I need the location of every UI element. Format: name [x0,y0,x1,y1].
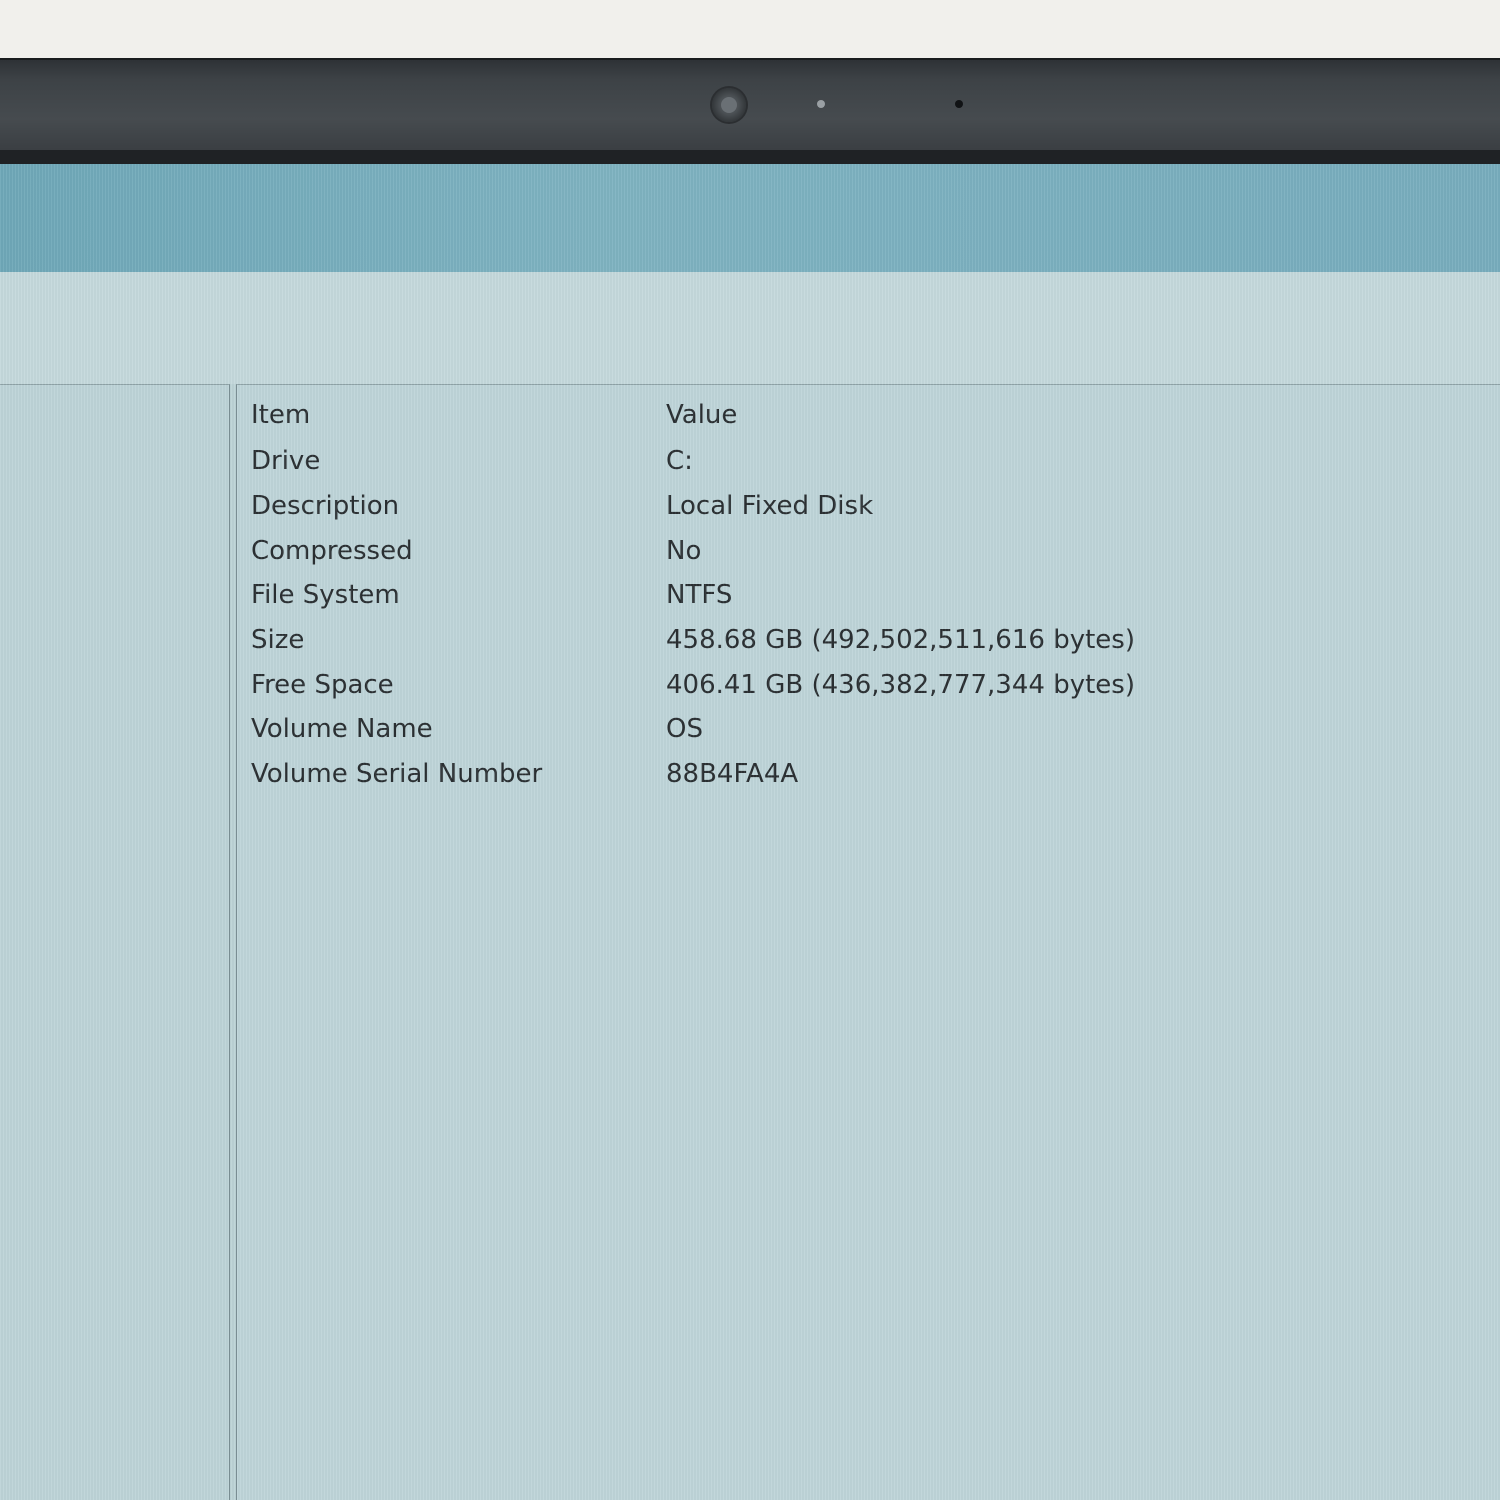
row-value: No [666,536,702,566]
row-value: 88B4FA4A [666,759,799,789]
background-wall [0,0,1500,58]
row-value: 406.41 GB (436,382,777,344 bytes) [666,670,1135,700]
table-row[interactable]: Volume Serial Number 88B4FA4A [251,754,1491,794]
row-value: Local Fixed Disk [666,491,874,521]
webcam-lens [721,97,737,113]
table-row[interactable]: Volume Name OS [251,709,1491,749]
list-header-row: Item Value [251,395,1491,435]
details-list-pane[interactable]: Item Value Drive C: Description Local Fi… [236,384,1500,1500]
row-value: C: [666,446,693,476]
column-header-item[interactable]: Item [251,395,310,435]
table-row[interactable]: File System NTFS [251,575,1491,615]
row-value: OS [666,714,703,744]
row-item-label: Volume Name [251,714,433,744]
row-value: 458.68 GB (492,502,511,616 bytes) [666,625,1135,655]
row-item-label: File System [251,580,400,610]
row-item-label: Drive [251,446,321,476]
table-row[interactable]: Compressed No [251,531,1491,571]
window-toolbar-area [0,272,1500,384]
table-row[interactable]: Description Local Fixed Disk [251,486,1491,526]
microphone-icon [955,100,963,108]
table-row[interactable]: Size 458.68 GB (492,502,511,616 bytes) [251,620,1491,660]
row-item-label: Size [251,625,305,655]
row-item-label: Description [251,491,400,521]
table-row[interactable]: Drive C: [251,441,1491,481]
column-header-value[interactable]: Value [666,395,737,435]
window-titlebar[interactable] [0,164,1500,272]
bezel-edge [0,150,1500,164]
screen: Item Value Drive C: Description Local Fi… [0,164,1500,1500]
row-item-label: Volume Serial Number [251,759,543,789]
photo-frame: Item Value Drive C: Description Local Fi… [0,0,1500,1500]
row-item-label: Compressed [251,536,413,566]
row-value: NTFS [666,580,733,610]
row-item-label: Free Space [251,670,394,700]
table-row[interactable]: Free Space 406.41 GB (436,382,777,344 by… [251,665,1491,705]
category-tree-pane[interactable] [0,384,230,1500]
webcam-icon [712,88,746,122]
light-sensor-icon [817,100,825,108]
